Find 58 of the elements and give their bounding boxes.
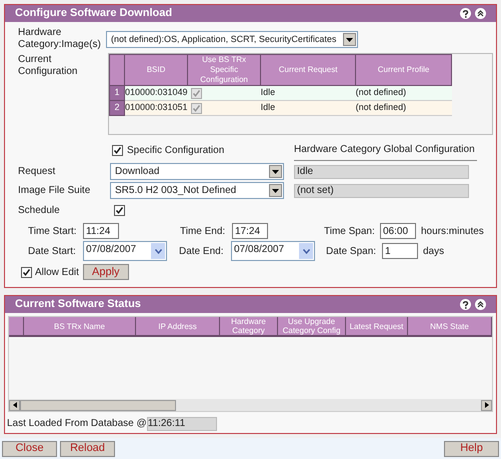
table-header: NMS State — [408, 317, 492, 335]
field-label: Hardware Category:Image(s) — [18, 27, 102, 51]
field-label: Last Loaded From Database @ — [7, 417, 147, 431]
checkbox-label: Specific Configuration — [127, 144, 224, 158]
unit-label: hours:minutes — [421, 224, 484, 238]
row-number: 1 — [110, 86, 124, 100]
date-end-field[interactable]: 07/08/2007 — [231, 241, 315, 261]
collapse-icon[interactable] — [475, 8, 486, 19]
field-label: Request — [18, 165, 56, 179]
table-header: BS TRx Name — [24, 317, 136, 335]
row-number: 2 — [110, 100, 124, 116]
button[interactable]: Close — [2, 440, 57, 456]
checkbox[interactable] — [114, 205, 125, 216]
time-start-field[interactable]: 11:24 — [83, 223, 119, 239]
field-label: Time Span: — [324, 224, 376, 238]
horizontal-scrollbar[interactable] — [9, 399, 492, 411]
table-header: IP Address — [136, 317, 220, 335]
image-file-suite-select[interactable]: SR5.0 H2 003_Not Defined — [110, 182, 284, 199]
table-cell: 010000:031051 — [124, 100, 188, 116]
help-icon[interactable] — [460, 299, 471, 310]
field-label: Schedule — [18, 204, 61, 218]
field-label: Time End: — [180, 224, 226, 238]
field-label: Date Start: — [28, 244, 77, 258]
readonly-field: Idle — [294, 164, 469, 178]
checkbox-label: Allow Edit — [35, 266, 79, 280]
table-header: Hardware Category — [220, 317, 278, 335]
collapse-icon[interactable] — [475, 299, 486, 310]
hardware-category-select[interactable]: (not defined):OS, Application, SCRT, SecurityCertificates — [106, 31, 358, 48]
section-label: Hardware Category Global Configuration — [294, 142, 477, 161]
button[interactable]: Reload — [60, 440, 115, 456]
button[interactable]: Help — [444, 440, 499, 456]
scroll-right-icon[interactable] — [481, 400, 492, 410]
field-label: Date Span: — [326, 244, 378, 258]
field-label: Current Configuration — [18, 54, 78, 79]
panel-title: Configure Software Download — [15, 6, 172, 22]
readonly-field: 11:26:11 — [146, 416, 217, 430]
request-select[interactable]: Download — [110, 163, 284, 180]
date-span-field[interactable]: 1 — [382, 243, 418, 259]
checkbox[interactable] — [112, 145, 123, 156]
table-cell: (not defined) — [356, 100, 452, 116]
table-header: Use Upgrade Category Config — [278, 317, 346, 335]
field-label: Date End: — [179, 244, 224, 258]
scroll-thumb[interactable] — [20, 400, 176, 410]
table-header: Latest Request — [346, 317, 408, 335]
table-header — [110, 54, 124, 86]
button[interactable]: Apply — [83, 264, 129, 280]
checkbox[interactable] — [21, 266, 32, 278]
panel-title: Current Software Status — [15, 297, 141, 312]
scroll-left-icon[interactable] — [9, 400, 20, 410]
table-cell: Idle — [260, 100, 356, 116]
field-label: Time Start: — [28, 224, 78, 238]
readonly-field: (not set) — [294, 184, 469, 198]
date-start-field[interactable]: 07/08/2007 — [83, 241, 167, 261]
field-label: Image File Suite — [18, 184, 92, 198]
time-end-field[interactable]: 17:24 — [232, 223, 268, 239]
unit-label: days — [423, 244, 444, 258]
time-span-field[interactable]: 06:00 — [380, 223, 416, 239]
help-icon[interactable] — [460, 8, 471, 19]
